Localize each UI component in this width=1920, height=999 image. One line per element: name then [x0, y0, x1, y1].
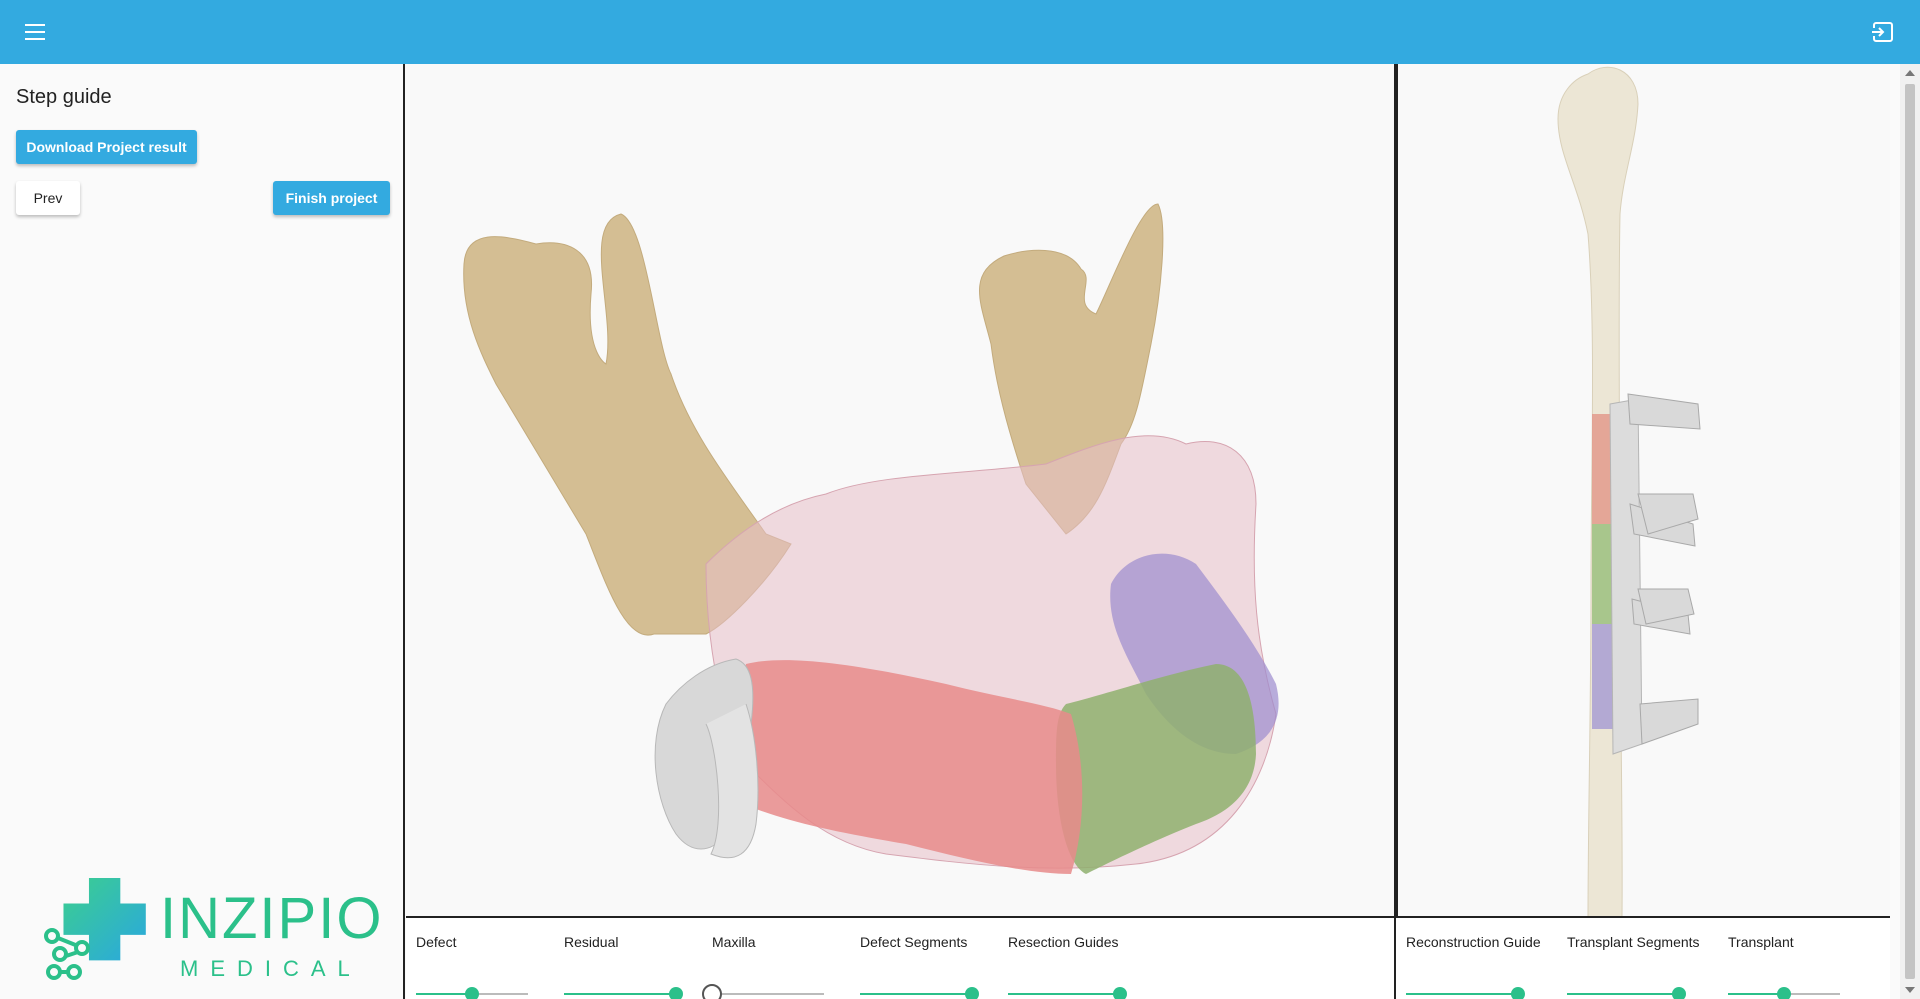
resection-guides-opacity-slider[interactable]: Resection Guides — [1008, 934, 1148, 999]
slider-track[interactable] — [564, 987, 683, 999]
slider-track[interactable] — [1406, 987, 1525, 999]
scroll-up-arrow-icon[interactable] — [1905, 70, 1915, 76]
slider-track[interactable] — [1567, 987, 1686, 999]
viewport-divider — [1394, 64, 1396, 999]
top-app-bar — [0, 0, 1920, 64]
slider-label: Defect — [416, 934, 457, 950]
scroll-down-arrow-icon[interactable] — [1905, 987, 1915, 993]
slider-track[interactable] — [702, 984, 824, 999]
defect-segments-opacity-slider[interactable]: Defect Segments — [860, 934, 1000, 999]
mandible-model — [463, 203, 1279, 874]
inzipio-medical-logo: INZIPIO MEDICAL — [44, 878, 383, 981]
prev-button[interactable]: Prev — [16, 181, 80, 215]
slider-label: Residual — [564, 934, 619, 950]
slider-thumb[interactable] — [1777, 987, 1791, 999]
slider-thumb[interactable] — [669, 987, 683, 999]
slider-thumb[interactable] — [1113, 987, 1127, 999]
scrollbar-thumb[interactable] — [1905, 84, 1915, 979]
fibula-3d-viewport[interactable] — [1396, 64, 1890, 918]
logout-icon[interactable] — [1870, 19, 1896, 45]
hamburger-menu-icon[interactable] — [22, 20, 50, 44]
defect-opacity-slider[interactable]: Defect — [416, 934, 556, 999]
slider-track[interactable] — [1728, 987, 1840, 999]
mandible-3d-viewport[interactable] — [406, 64, 1394, 917]
download-project-result-button[interactable]: Download Project result — [16, 130, 197, 164]
slider-thumb[interactable] — [1511, 987, 1525, 999]
panel-title: Step guide — [16, 86, 112, 108]
side-opacity-controls: Reconstruction Guide Transplant Segments… — [1396, 918, 1890, 999]
residual-opacity-slider[interactable]: Residual — [564, 934, 704, 999]
reconstruction-guide — [1609, 398, 1643, 755]
slider-thumb[interactable] — [465, 987, 479, 999]
slider-label: Transplant — [1728, 934, 1794, 950]
logo-subtitle: MEDICAL — [180, 956, 362, 981]
maxilla-opacity-slider[interactable]: Maxilla — [702, 934, 852, 999]
slider-track[interactable] — [416, 987, 528, 999]
fibula-model — [1557, 66, 1701, 918]
slider-label: Defect Segments — [860, 934, 968, 950]
page-scrollbar[interactable] — [1900, 64, 1920, 999]
slider-thumb[interactable] — [1672, 987, 1686, 999]
slider-thumb[interactable] — [965, 987, 979, 999]
slider-label: Reconstruction Guide — [1406, 934, 1541, 950]
transplant-segments-opacity-slider[interactable]: Transplant Segments — [1567, 934, 1707, 999]
logo-wordmark: INZIPIO — [160, 886, 383, 951]
slider-label: Transplant Segments — [1567, 934, 1700, 950]
step-guide-panel: Step guide Download Project result Prev … — [0, 64, 405, 999]
slider-track[interactable] — [860, 987, 979, 999]
reconstruction-guide-opacity-slider[interactable]: Reconstruction Guide — [1406, 934, 1546, 999]
slider-label: Maxilla — [712, 934, 756, 950]
finish-project-button[interactable]: Finish project — [273, 181, 390, 215]
slider-label: Resection Guides — [1008, 934, 1119, 950]
transplant-segment-purple — [1592, 624, 1614, 729]
main-opacity-controls: Defect Residual Maxilla Defect Segments … — [406, 918, 1394, 999]
transplant-opacity-slider[interactable]: Transplant — [1728, 934, 1868, 999]
slider-thumb[interactable] — [702, 984, 722, 999]
slider-track[interactable] — [1008, 987, 1127, 999]
